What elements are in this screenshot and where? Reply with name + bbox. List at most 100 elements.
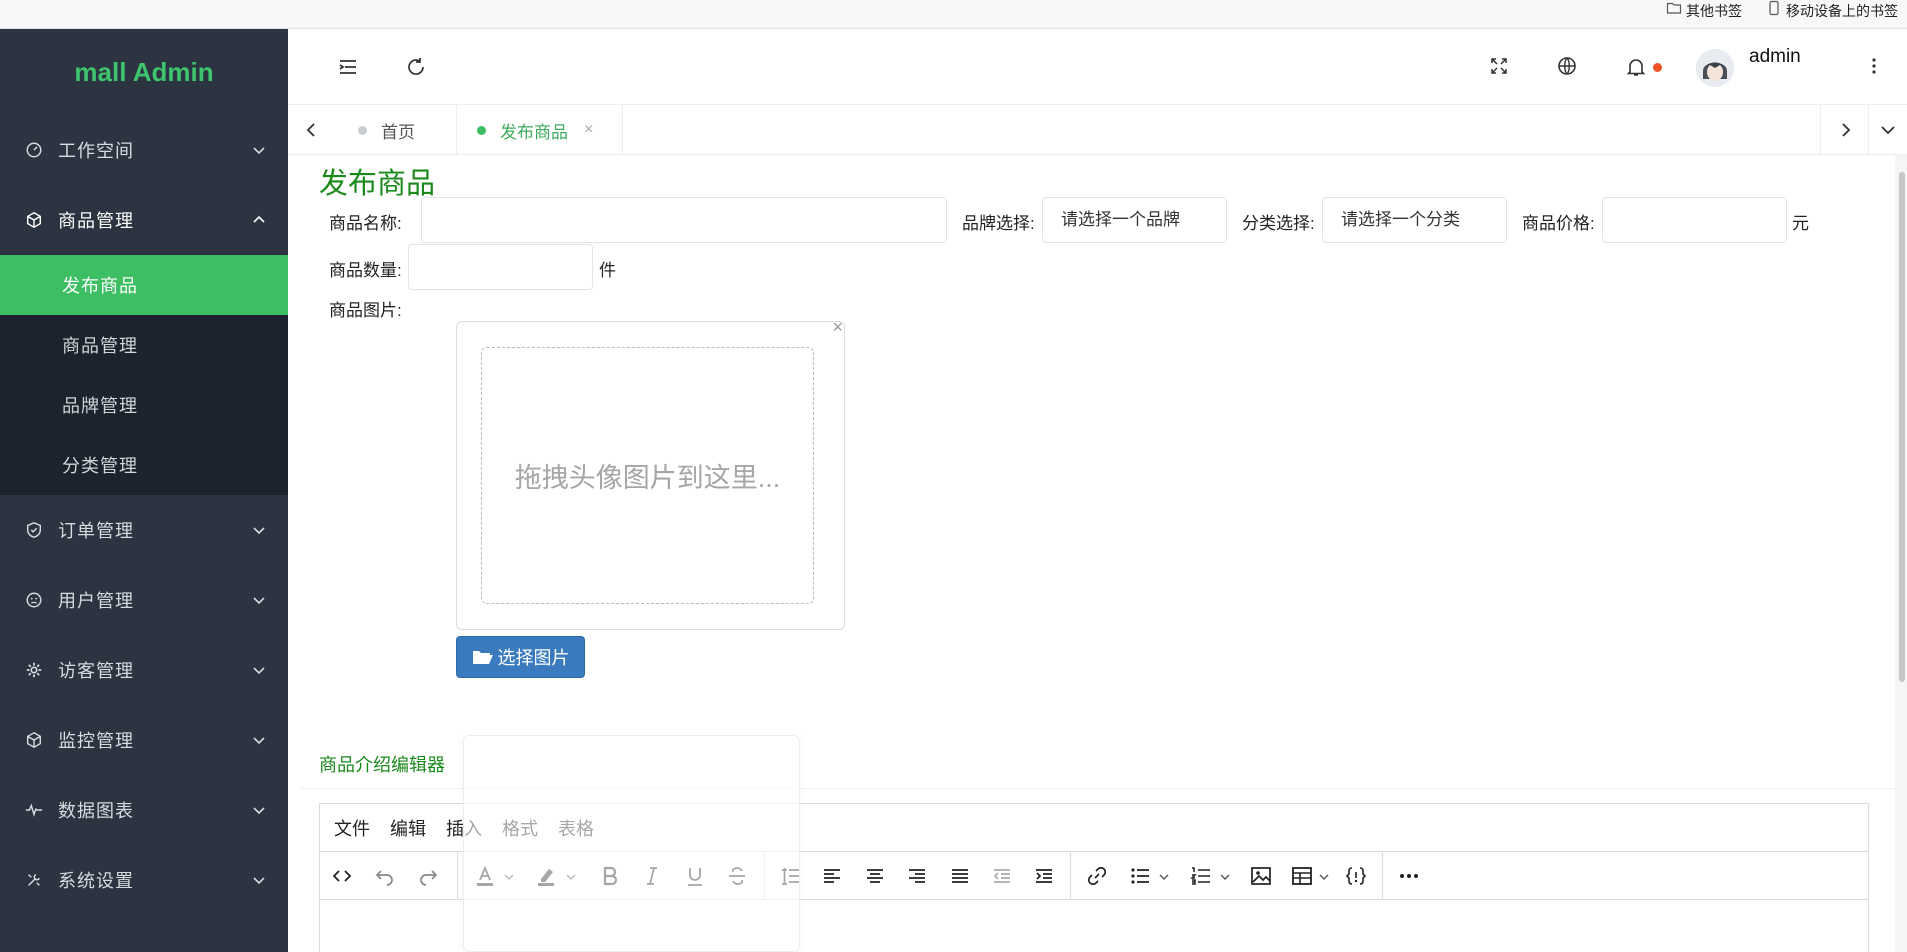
chevron-down-icon: [253, 667, 265, 675]
image-drop-zone[interactable]: 拖拽头像图片到这里...: [481, 347, 814, 604]
refresh-icon[interactable]: [404, 55, 428, 79]
chevron-down-icon[interactable]: [1319, 872, 1329, 882]
sidebar-item-label: 订单管理: [58, 521, 134, 541]
brand-select-label: 品牌选择:: [962, 214, 1035, 233]
menu-edit[interactable]: 编辑: [390, 815, 426, 841]
sidebar-item-label: 数据图表: [58, 801, 134, 821]
numbered-list-icon[interactable]: [1189, 864, 1213, 888]
image-upload-box: × 拖拽头像图片到这里...: [456, 317, 845, 630]
sidebar-item-publish-product[interactable]: 发布商品: [0, 255, 288, 315]
tabs-scroll-right[interactable]: [1820, 105, 1868, 155]
bookmark-label: 移动设备上的书签: [1786, 3, 1898, 19]
bookmark-bar: 其他书签 移动设备上的书签: [0, 0, 1907, 29]
brand-select[interactable]: 请选择一个品牌: [1042, 197, 1227, 243]
chevron-down-icon[interactable]: [1220, 872, 1230, 882]
editor-section-title: 商品介绍编辑器: [319, 755, 445, 775]
quantity-input[interactable]: [408, 244, 593, 290]
chevron-up-icon: [253, 215, 265, 223]
table-icon[interactable]: [1290, 864, 1314, 888]
redo-icon[interactable]: [416, 864, 440, 888]
shield-check-icon: [24, 520, 44, 540]
close-icon[interactable]: ×: [584, 121, 593, 139]
tab-home[interactable]: 首页: [336, 105, 457, 155]
chevron-down-icon: [253, 147, 265, 155]
category-select[interactable]: 请选择一个分类: [1322, 197, 1507, 243]
quantity-unit: 件: [599, 261, 616, 280]
sidebar-item-visitors[interactable]: 访客管理: [0, 635, 288, 705]
choose-image-button[interactable]: 选择图片: [456, 636, 585, 678]
sidebar-item-monitor[interactable]: 监控管理: [0, 705, 288, 775]
bookmark-other[interactable]: 其他书签: [1666, 0, 1742, 22]
align-left-icon[interactable]: [820, 864, 844, 888]
chevron-down-icon: [1881, 126, 1895, 135]
price-label: 商品价格:: [1522, 214, 1595, 233]
align-right-icon[interactable]: [905, 864, 929, 888]
username[interactable]: admin: [1749, 46, 1801, 68]
tab-dot: [477, 125, 486, 135]
chevron-right-icon: [1841, 123, 1850, 137]
notification-dot: [1653, 63, 1662, 72]
tab-publish-product[interactable]: 发布商品 ×: [457, 105, 623, 155]
link-icon[interactable]: [1085, 864, 1109, 888]
sidebar-item-label: 访客管理: [58, 661, 134, 681]
tabs-dropdown[interactable]: [1868, 105, 1907, 155]
gear-icon: [24, 660, 44, 680]
chevron-down-icon: [253, 877, 265, 885]
sidebar-item-workspace[interactable]: 工作空间: [0, 115, 288, 185]
bullet-list-icon[interactable]: [1128, 864, 1152, 888]
sidebar-item-label: 商品管理: [58, 211, 134, 231]
sidebar-item-orders[interactable]: 订单管理: [0, 495, 288, 565]
bookmark-label: 其他书签: [1686, 3, 1742, 19]
close-icon[interactable]: ×: [832, 317, 843, 338]
toolbar-separator: [1070, 852, 1071, 900]
globe-icon[interactable]: [1555, 54, 1579, 78]
more-vertical-icon[interactable]: [1862, 54, 1886, 78]
more-icon[interactable]: [1397, 864, 1421, 888]
bookmark-mobile[interactable]: 移动设备上的书签: [1766, 0, 1898, 22]
product-image-label: 商品图片:: [329, 301, 402, 320]
chevron-down-icon: [253, 597, 265, 605]
menu-fold-icon[interactable]: [336, 55, 360, 79]
toolbar-separator: [1382, 852, 1383, 900]
tab-label: 首页: [381, 122, 415, 142]
tabs-scroll-left[interactable]: [288, 105, 336, 155]
align-center-icon[interactable]: [863, 864, 887, 888]
sidebar-item-settings[interactable]: 系统设置: [0, 845, 288, 915]
cube-icon: [24, 730, 44, 750]
quantity-label: 商品数量:: [329, 261, 402, 280]
toolbar-separator: [457, 852, 458, 900]
code-sample-icon[interactable]: [1344, 864, 1368, 888]
sidebar-item-charts[interactable]: 数据图表: [0, 775, 288, 845]
chevron-down-icon: [253, 527, 265, 535]
avatar[interactable]: [1696, 49, 1734, 87]
sidebar-item-users[interactable]: 用户管理: [0, 565, 288, 635]
align-justify-icon[interactable]: [948, 864, 972, 888]
bell-icon[interactable]: [1624, 55, 1648, 79]
tab-dot: [358, 125, 367, 135]
undo-icon[interactable]: [373, 864, 397, 888]
sidebar-item-category[interactable]: 分类管理: [0, 435, 288, 495]
box-icon: [24, 210, 44, 230]
top-header: admin: [288, 29, 1907, 105]
pulse-icon: [24, 800, 44, 820]
sidebar-item-product-management[interactable]: 商品管理: [0, 185, 288, 255]
product-name-label: 商品名称:: [329, 214, 402, 233]
price-input[interactable]: [1602, 197, 1787, 243]
tools-icon: [24, 870, 44, 890]
image-icon[interactable]: [1249, 864, 1273, 888]
chevron-down-icon: [253, 807, 265, 815]
sidebar-item-brand[interactable]: 品牌管理: [0, 375, 288, 435]
indent-icon[interactable]: [1032, 864, 1056, 888]
sidebar-item-product-list[interactable]: 商品管理: [0, 315, 288, 375]
page-scrollbar-thumb[interactable]: [1899, 172, 1905, 682]
outdent-icon[interactable]: [990, 864, 1014, 888]
menu-file[interactable]: 文件: [334, 815, 370, 841]
submenu-product: 发布商品 商品管理 品牌管理 分类管理: [0, 255, 288, 495]
phone-icon: [1766, 0, 1782, 22]
chevron-down-icon[interactable]: [1159, 872, 1169, 882]
price-unit: 元: [1792, 214, 1809, 233]
fullscreen-icon[interactable]: [1487, 54, 1511, 78]
product-name-input[interactable]: [421, 197, 947, 243]
code-view-icon[interactable]: [330, 864, 354, 888]
choose-image-label: 选择图片: [497, 648, 570, 668]
